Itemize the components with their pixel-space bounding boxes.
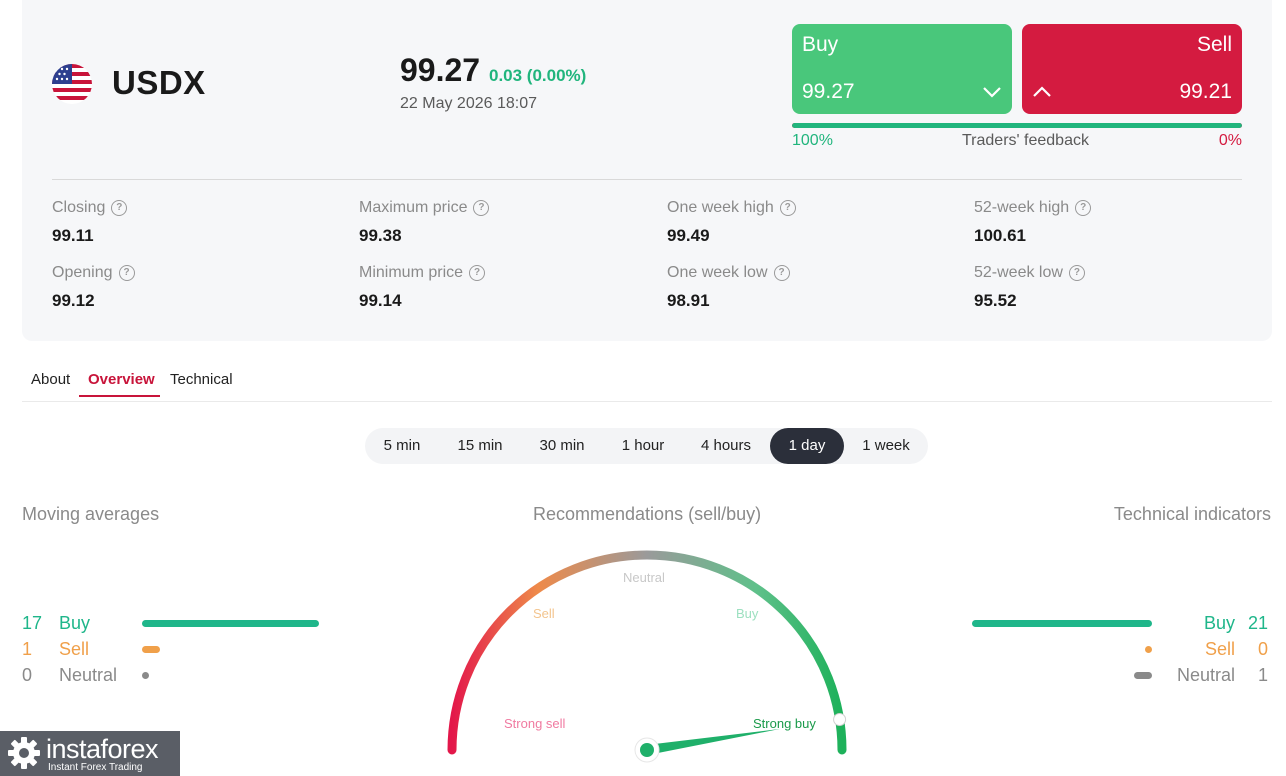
stat-label: One week low <box>667 264 768 281</box>
stat-52-week-high: 52-week high? 100.61 <box>974 199 1092 246</box>
help-icon[interactable]: ? <box>773 265 790 281</box>
help-icon[interactable]: ? <box>111 200 128 216</box>
feedback-buy-percent: 100% <box>792 132 833 149</box>
buy-price: 99.27 <box>802 80 855 103</box>
stat-value: 99.11 <box>52 226 94 245</box>
stat-maximum-price: Maximum price? 99.38 <box>359 199 490 246</box>
ma-sell-bar <box>142 646 160 653</box>
stat-value: 95.52 <box>974 291 1017 310</box>
stat-value: 99.14 <box>359 291 402 310</box>
timeframe-5-min[interactable]: 5 min <box>373 428 431 464</box>
gauge-label-strong-sell: Strong sell <box>504 716 566 731</box>
stat-one-week-low: One week low? 98.91 <box>667 264 790 311</box>
stat-minimum-price: Minimum price? 99.14 <box>359 264 486 311</box>
ma-sell-count: 1 <box>22 639 33 659</box>
timeframe-1-hour[interactable]: 1 hour <box>609 428 677 464</box>
tab-about[interactable]: About <box>31 371 70 388</box>
stat-label: 52-week high <box>974 199 1070 216</box>
ma-buy-label: Buy <box>59 613 91 633</box>
gauge-label-buy: Buy <box>736 606 759 621</box>
ti-neutral-label: Neutral <box>1176 665 1235 685</box>
stat-label: Opening <box>52 264 113 281</box>
traders-feedback-bar <box>792 123 1242 128</box>
moving-averages-title: Moving averages <box>22 504 160 524</box>
traders-feedback-buy-fill <box>792 123 1242 128</box>
ma-neutral-count: 0 <box>22 665 33 685</box>
current-price: 99.27 <box>400 52 481 88</box>
help-icon[interactable]: ? <box>469 265 486 281</box>
ti-sell-label: Sell <box>1204 639 1235 659</box>
stat-value: 99.12 <box>52 291 95 310</box>
logo-brand: instaforex <box>46 734 159 764</box>
feedback-title: Traders' feedback <box>962 132 1089 149</box>
help-icon[interactable]: ? <box>118 265 135 281</box>
ti-sell-count: 0 <box>1257 639 1268 659</box>
help-icon[interactable]: ? <box>1075 200 1092 216</box>
stat-closing: Closing? 99.11 <box>52 199 128 246</box>
stat-label: Closing <box>52 199 106 216</box>
section-tabs: About Overview Technical <box>22 360 1272 402</box>
stat-one-week-high: One week high? 99.49 <box>667 199 796 246</box>
price-change: 0.03 (0.00%) <box>489 66 587 85</box>
sell-price: 99.21 <box>1179 80 1232 103</box>
sell-button[interactable]: Sell 99.21 <box>1022 24 1242 114</box>
gauge-label-sell: Sell <box>533 606 555 621</box>
logo-tagline: Instant Forex Trading <box>48 762 143 773</box>
ti-buy-count: 21 <box>1247 613 1268 633</box>
ma-neutral-label: Neutral <box>59 665 118 685</box>
stat-label: 52-week low <box>974 264 1063 281</box>
gear-icon <box>8 737 40 769</box>
tab-overview[interactable]: Overview <box>88 371 155 388</box>
sell-button-label: Sell <box>1196 33 1232 56</box>
buy-button[interactable]: Buy 99.27 <box>792 24 1012 114</box>
stat-value: 100.61 <box>974 226 1026 245</box>
gauge-needle <box>646 728 781 755</box>
timeframe-4-hours[interactable]: 4 hours <box>689 428 763 464</box>
timeframe-30-min[interactable]: 30 min <box>527 428 597 464</box>
chevron-down-icon <box>983 87 1001 98</box>
ti-buy-bar <box>972 620 1152 627</box>
stat-value: 99.38 <box>359 226 402 245</box>
ma-neutral-bar <box>142 672 149 679</box>
card-divider <box>52 179 1242 180</box>
stat-label: Maximum price <box>359 199 468 216</box>
active-tab-indicator <box>79 395 160 397</box>
stat-value: 99.49 <box>667 226 710 245</box>
buy-button-label: Buy <box>802 33 839 56</box>
ma-sell-label: Sell <box>59 639 90 659</box>
gauge-position-marker <box>833 712 847 726</box>
price-timestamp: 22 May 2026 18:07 <box>400 95 537 112</box>
stat-opening: Opening? 99.12 <box>52 264 135 311</box>
stat-label: One week high <box>667 199 774 216</box>
stat-value: 98.91 <box>667 291 710 310</box>
help-icon[interactable]: ? <box>473 200 490 216</box>
timeframe-1-day[interactable]: 1 day <box>770 428 844 464</box>
us-flag-icon <box>52 64 92 104</box>
stat-52-week-low: 52-week low? 95.52 <box>974 264 1085 311</box>
gauge-label-strong-buy: Strong buy <box>753 716 816 731</box>
ma-buy-bar <box>142 620 319 627</box>
gauge-hub <box>640 743 654 757</box>
feedback-sell-percent: 0% <box>1218 132 1242 149</box>
tab-technical[interactable]: Technical <box>170 371 233 388</box>
instrument-symbol: USDX <box>112 64 206 101</box>
instaforex-logo: instaforex Instant Forex Trading <box>0 731 180 776</box>
stat-label: Minimum price <box>359 264 464 281</box>
gauge-label-neutral: Neutral <box>623 570 665 585</box>
timeframe-selector: 5 min 15 min 30 min 1 hour 4 hours 1 day… <box>365 428 928 464</box>
technical-indicators-title: Technical indicators <box>1113 504 1271 524</box>
ti-buy-label: Buy <box>1203 613 1235 633</box>
ti-sell-bar <box>1145 646 1152 653</box>
ma-buy-count: 17 <box>22 613 43 633</box>
chevron-up-icon <box>1033 86 1051 97</box>
timeframe-15-min[interactable]: 15 min <box>445 428 515 464</box>
timeframe-1-week[interactable]: 1 week <box>851 428 921 464</box>
recommendation-gauge: Strong sell Sell Neutral Buy Strong buy <box>447 550 847 763</box>
help-icon[interactable]: ? <box>779 200 796 216</box>
ti-neutral-count: 1 <box>1257 665 1268 685</box>
recommendations-title: Recommendations (sell/buy) <box>533 504 762 524</box>
help-icon[interactable]: ? <box>1068 265 1085 281</box>
